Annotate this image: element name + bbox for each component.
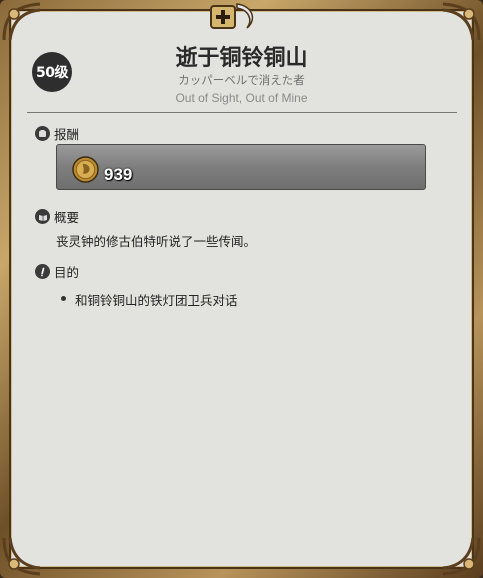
gil-amount: 939 [104,165,133,184]
objective-section-label: 目的 [54,265,80,280]
quest-subtitle-english: Out of Sight, Out of Mine [175,91,308,105]
reward-section-label: 报酬 [54,127,80,142]
objective-section-header: 目的 [35,262,79,281]
objective-item: 和铜铃铜山的铁灯团卫兵对话 [60,290,238,309]
summary-text: 丧灵钟的修古伯特听说了一些传闻。 [56,234,257,249]
header-divider [27,112,457,113]
reward-section-header: 报酬 [35,124,79,143]
summary-section-label: 概要 [54,210,80,225]
reward-box[interactable]: 939 [56,144,426,190]
gil-coin-icon [72,156,99,183]
frame-corner-ornament-icon [439,0,483,44]
quest-type-crest-icon [207,0,261,32]
book-icon [35,209,50,224]
quest-title: 逝于铜铃铜山 [175,46,308,71]
summary-section-header: 概要 [35,207,79,226]
frame-corner-ornament-icon [0,534,44,578]
quest-subtitle-japanese: カッパーベルで消えた者 [178,73,305,87]
frame-corner-ornament-icon [439,534,483,578]
objective-list: 和铜铃铜山的铁灯团卫兵对话 [60,290,238,309]
frame-corner-ornament-icon [0,0,44,44]
exclamation-icon [35,264,50,279]
reward-icon [35,126,50,141]
